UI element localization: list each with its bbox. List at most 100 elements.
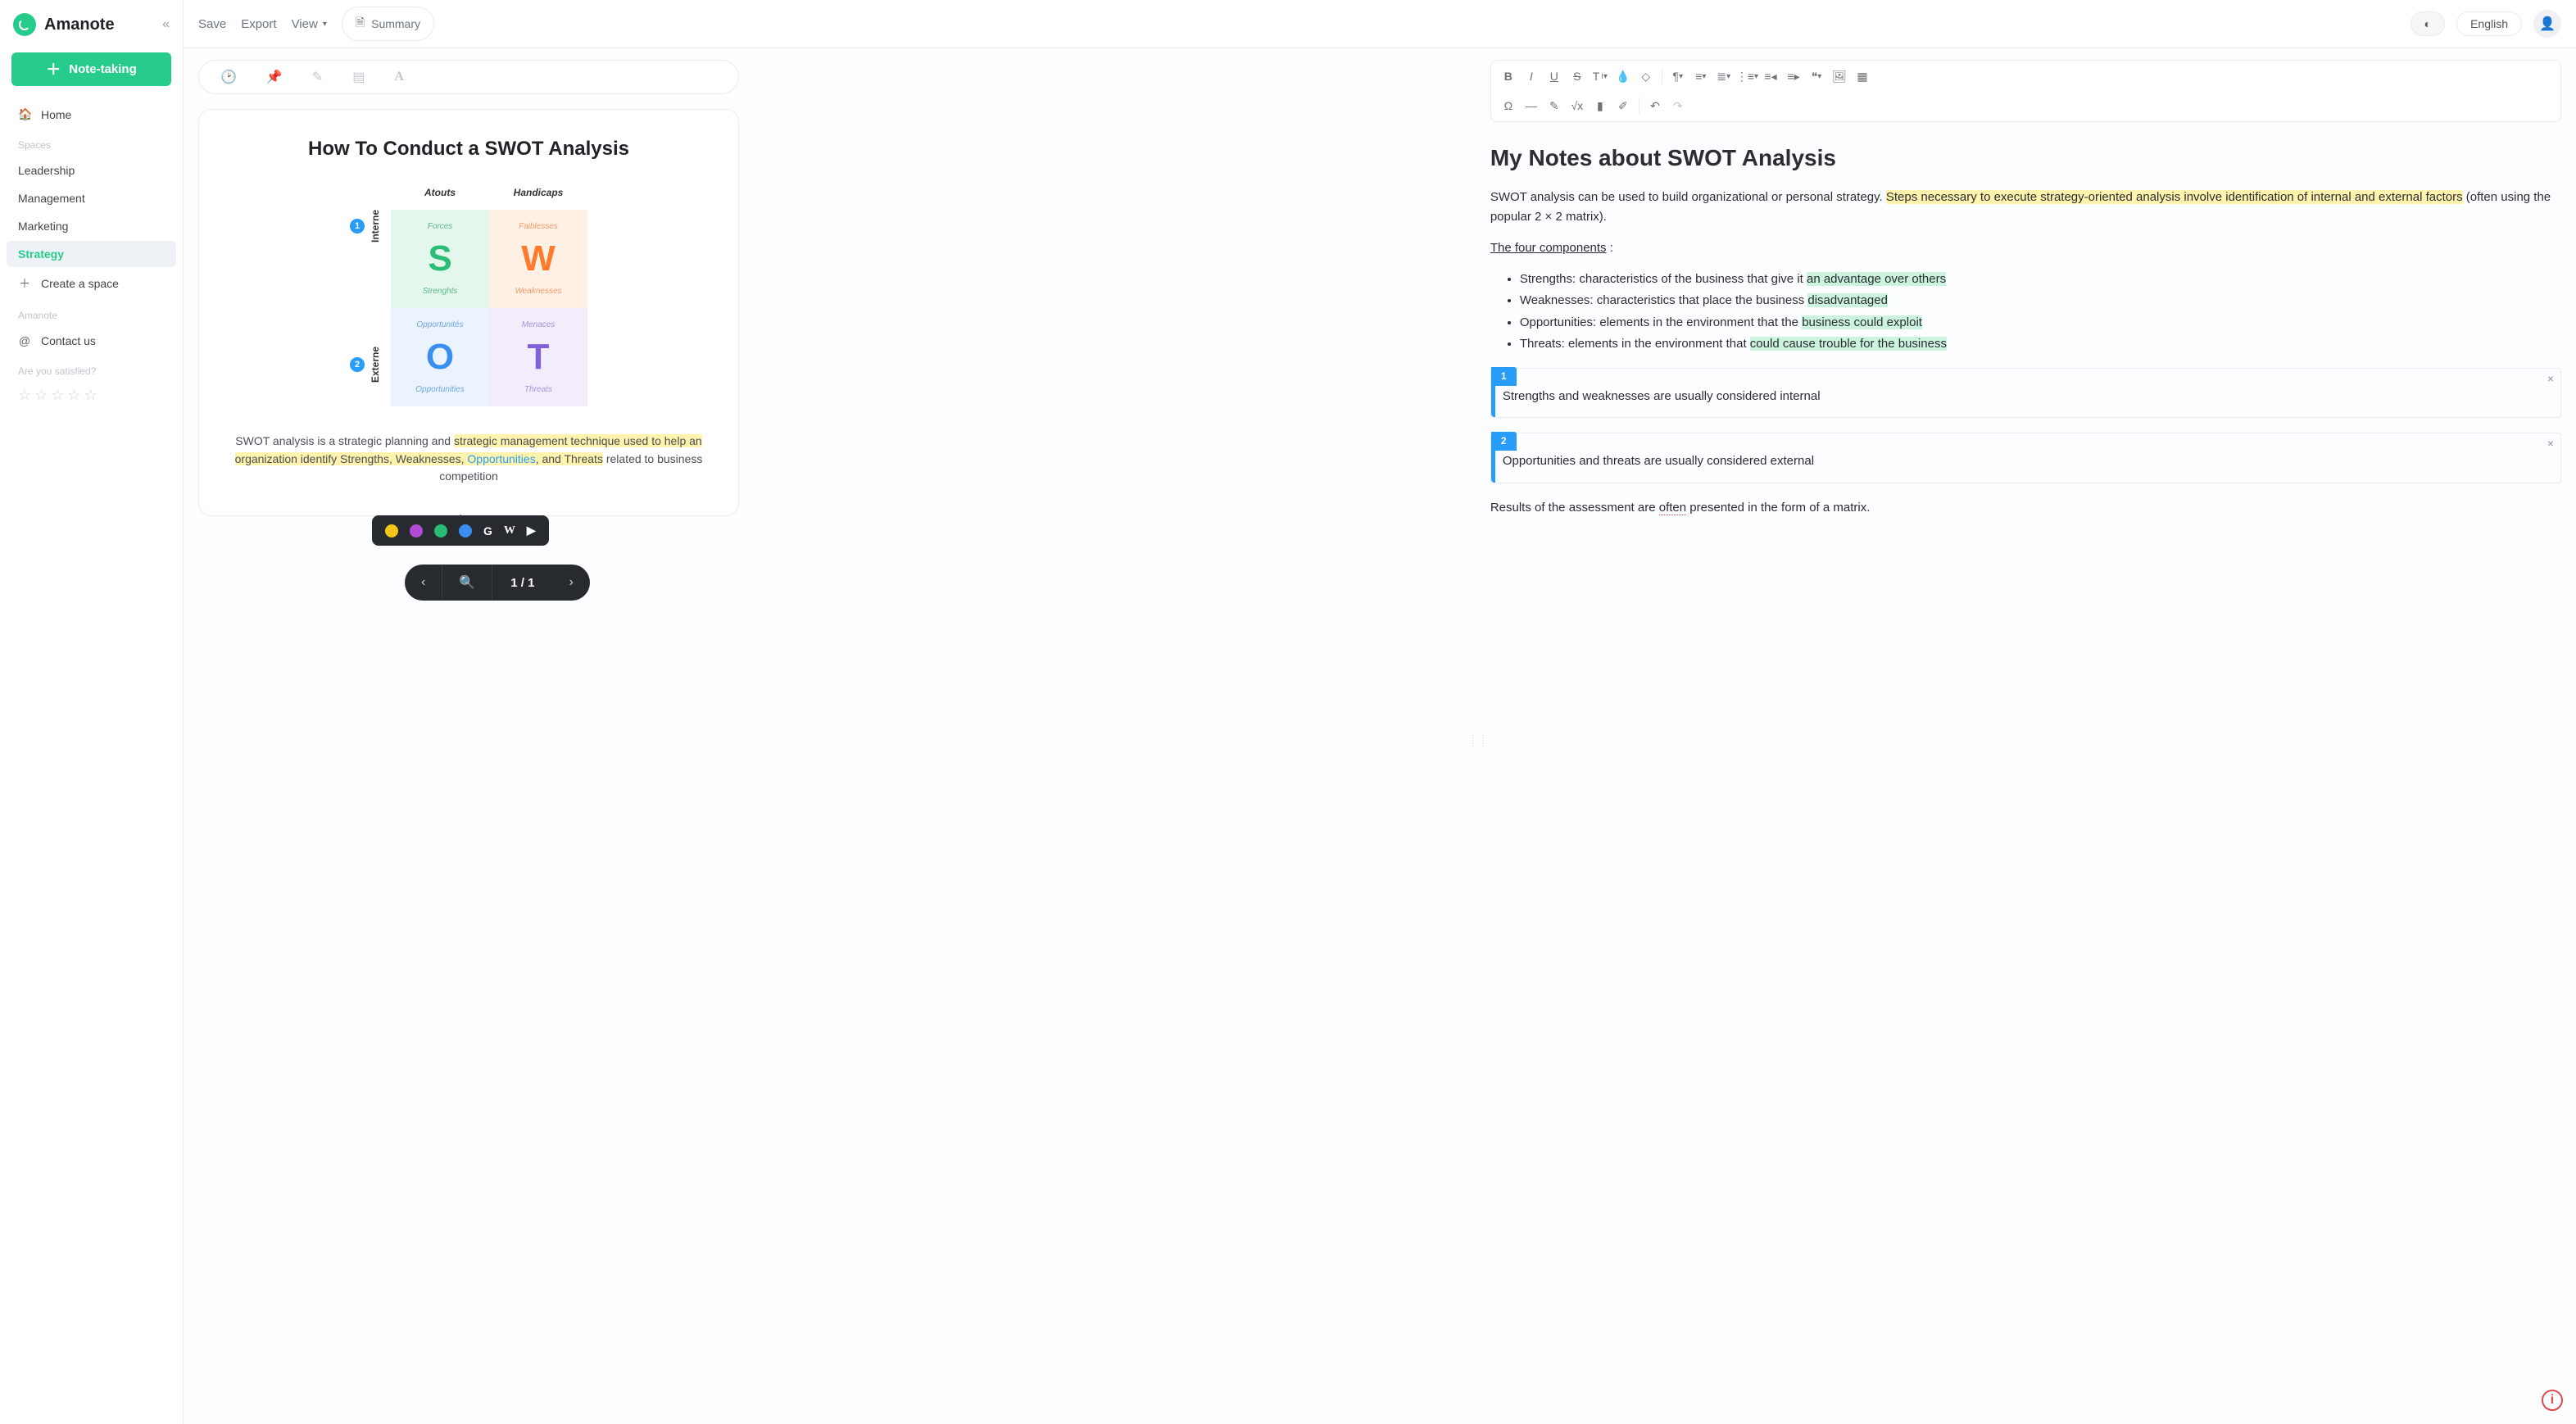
undo-button[interactable]: ↶: [1644, 95, 1666, 116]
highlight-purple[interactable]: [410, 524, 423, 537]
swot-col-atouts: Atouts: [391, 187, 489, 210]
sidebar-item-leadership[interactable]: Leadership: [7, 157, 176, 184]
close-icon[interactable]: ×: [2547, 370, 2554, 388]
highlight-button[interactable]: ✎: [1544, 95, 1565, 116]
ref-text: Strengths and weaknesses are usually con…: [1491, 369, 2560, 417]
cta-label: Note-taking: [69, 62, 137, 76]
pane-resize-handle[interactable]: ⋮⋮⋮⋮: [1469, 737, 1489, 746]
save-button[interactable]: Save: [198, 17, 226, 31]
swot-col-handicaps: Handicaps: [489, 187, 587, 210]
omega-button[interactable]: Ω: [1498, 95, 1519, 116]
next-page-button[interactable]: ›: [552, 565, 589, 600]
nav-label: Strategy: [18, 247, 64, 261]
attach-button[interactable]: ▮: [1590, 95, 1611, 116]
outdent-button[interactable]: ≡◂: [1760, 66, 1781, 87]
ref-text: Opportunities and threats are usually co…: [1491, 433, 2560, 482]
redo-button[interactable]: ↷: [1667, 95, 1689, 116]
spaces-heading: Spaces: [7, 129, 176, 156]
italic-button[interactable]: I: [1521, 66, 1542, 87]
note-reference-1[interactable]: 1 × Strengths and weaknesses are usually…: [1490, 368, 2561, 418]
image-button[interactable]: 🖼: [1829, 66, 1850, 87]
quote-button[interactable]: ❝ ▾: [1806, 66, 1827, 87]
bold-button[interactable]: B: [1498, 66, 1519, 87]
highlight: disadvantaged: [1807, 293, 1888, 307]
close-icon[interactable]: ×: [2547, 435, 2554, 453]
google-search-icon[interactable]: G: [483, 524, 492, 537]
topbar: Save Export View▾ 🗎 Summary ◐ English 👤: [184, 0, 2576, 48]
export-button[interactable]: Export: [241, 17, 276, 31]
editor-toolbar: B I U S TI ▾ 💧 ◇ ¶ ▾ ≡ ▾ ≣ ▾ ⋮≡ ▾ ≡◂ ≡▸ …: [1490, 60, 2561, 122]
sidebar-item-management[interactable]: Management: [7, 185, 176, 211]
rating-stars[interactable]: ☆☆☆☆☆: [7, 383, 176, 407]
clear-format-button[interactable]: ◇: [1635, 66, 1657, 87]
paragraph-button[interactable]: ¶ ▾: [1667, 66, 1689, 87]
contact-us-link[interactable]: @ Contact us: [7, 328, 176, 354]
text-size-button[interactable]: TI ▾: [1590, 66, 1611, 87]
create-space-button[interactable]: ＋ Create a space: [7, 269, 176, 298]
swot-cell-o: OpportunitésOOpportunities: [391, 308, 489, 406]
hr-button[interactable]: —: [1521, 95, 1542, 116]
spellcheck-word: often: [1659, 501, 1686, 515]
star-icon[interactable]: ☆: [34, 387, 48, 404]
align-button[interactable]: ≡ ▾: [1690, 66, 1712, 87]
table-button[interactable]: ▦: [1852, 66, 1873, 87]
sidebar-item-home[interactable]: 🏠 Home: [7, 101, 176, 128]
highlight: Steps necessary to execute strategy-orie…: [1886, 190, 2463, 204]
indent-button[interactable]: ≡▸: [1783, 66, 1804, 87]
amanote-heading: Amanote: [7, 300, 176, 326]
nav-label: Create a space: [41, 277, 119, 290]
star-icon[interactable]: ☆: [18, 387, 31, 404]
notes-content[interactable]: My Notes about SWOT Analysis SWOT analys…: [1490, 140, 2561, 529]
text-color-button[interactable]: 💧: [1612, 66, 1634, 87]
highlight-green[interactable]: [434, 524, 447, 537]
swot-row-labels: 1Interne 2Externe: [350, 187, 381, 406]
zoom-button[interactable]: 🔍: [442, 565, 492, 601]
document-pane: 🕑 📌 ✎ ▤ A How To Conduct a SWOT Analysis…: [184, 48, 1476, 1424]
star-icon[interactable]: ☆: [84, 387, 98, 404]
unordered-list-button[interactable]: ⋮≡ ▾: [1736, 66, 1758, 87]
summary-button[interactable]: 🗎 Summary: [342, 7, 434, 41]
youtube-icon[interactable]: ▶: [527, 524, 536, 537]
clock-tool-icon[interactable]: 🕑: [220, 69, 237, 85]
underline-button[interactable]: U: [1544, 66, 1565, 87]
nav-label: Management: [18, 192, 85, 205]
star-icon[interactable]: ☆: [51, 387, 64, 404]
collapse-sidebar-icon[interactable]: «: [162, 17, 170, 32]
highlight-yellow[interactable]: [385, 524, 398, 537]
note-reference-2[interactable]: 2 × Opportunities and threats are usuall…: [1490, 433, 2561, 483]
star-icon[interactable]: ☆: [67, 387, 80, 404]
notes-paragraph: Results of the assessment are often pres…: [1490, 498, 2561, 517]
document-title: How To Conduct a SWOT Analysis: [227, 138, 710, 161]
language-select[interactable]: English: [2456, 11, 2522, 36]
list-item: Weaknesses: characteristics that place t…: [1520, 291, 2561, 310]
view-menu[interactable]: View▾: [292, 17, 327, 31]
strike-button[interactable]: S: [1567, 66, 1588, 87]
highlight-link[interactable]: Opportunities: [467, 452, 535, 465]
note-taking-button[interactable]: ＋ Note-taking: [11, 52, 171, 86]
prev-page-button[interactable]: ‹: [405, 565, 442, 600]
wikipedia-icon[interactable]: W: [504, 524, 515, 537]
theme-toggle[interactable]: ◐: [2410, 11, 2445, 36]
notes-title: My Notes about SWOT Analysis: [1490, 140, 2561, 175]
formula-button[interactable]: √x: [1567, 95, 1588, 116]
highlight-blue[interactable]: [459, 524, 472, 537]
document-caption: SWOT analysis is a strategic planning an…: [227, 433, 710, 486]
ordered-list-button[interactable]: ≣ ▾: [1713, 66, 1735, 87]
avatar[interactable]: 👤: [2533, 10, 2561, 38]
note-tool-icon[interactable]: ▤: [352, 69, 365, 85]
draw-button[interactable]: ✐: [1612, 95, 1634, 116]
home-icon: 🏠: [18, 107, 31, 121]
text-tool-icon[interactable]: A: [394, 70, 404, 84]
moon-icon: ◐: [2424, 17, 2431, 30]
badge-1: 1: [350, 219, 365, 234]
badge-2: 2: [350, 357, 365, 372]
sidebar-item-strategy[interactable]: Strategy: [7, 241, 176, 267]
document-page: How To Conduct a SWOT Analysis 1Interne …: [198, 109, 739, 516]
document-tools: 🕑 📌 ✎ ▤ A: [198, 60, 739, 94]
pin-tool-icon[interactable]: 📌: [266, 69, 283, 85]
nav-label: Leadership: [18, 164, 75, 177]
sidebar-item-marketing[interactable]: Marketing: [7, 213, 176, 239]
ref-badge: 1: [1491, 367, 1517, 386]
pencil-tool-icon[interactable]: ✎: [312, 69, 323, 85]
help-button[interactable]: i: [2542, 1390, 2563, 1411]
